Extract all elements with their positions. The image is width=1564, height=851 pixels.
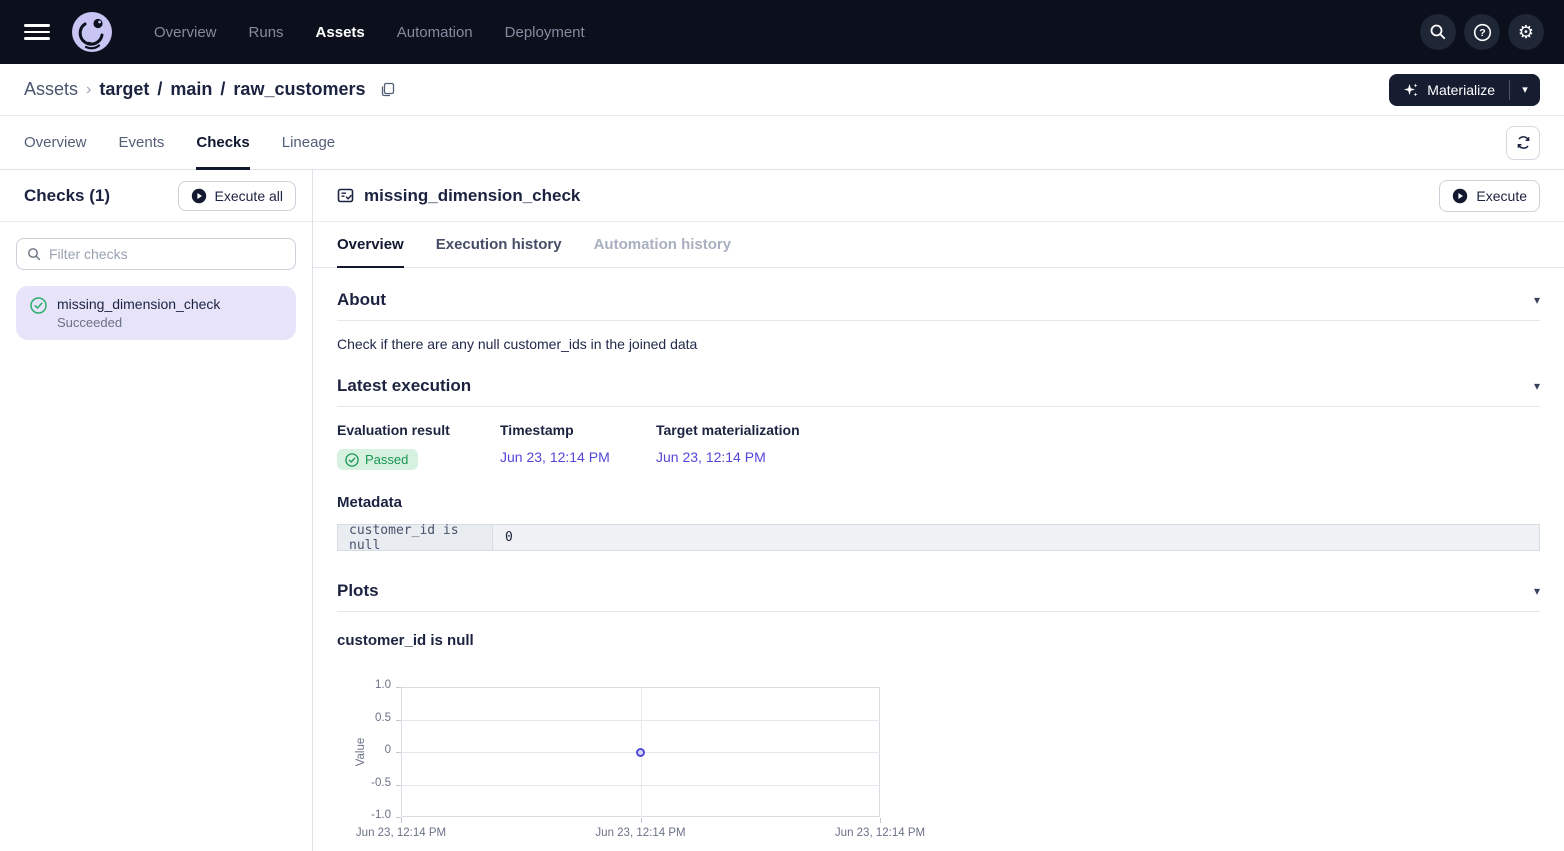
- execute-all-button[interactable]: Execute all: [178, 181, 296, 211]
- play-circle-icon: [1452, 188, 1468, 204]
- data-point[interactable]: [636, 748, 645, 757]
- nav-assets[interactable]: Assets: [316, 24, 365, 41]
- y-tick-label: -1.0: [345, 809, 391, 821]
- y-tick-mark: [396, 785, 401, 786]
- check-detail-panel: missing_dimension_check Execute Overview…: [313, 170, 1564, 851]
- divider: [337, 406, 1540, 407]
- x-tick-label: Jun 23, 12:14 PM: [805, 827, 955, 839]
- materialize-button[interactable]: Materialize: [1389, 74, 1509, 106]
- check-success-icon: [345, 453, 359, 467]
- metadata-table: customer_id is null 0: [337, 524, 1540, 551]
- latest-execution-title: Latest execution: [337, 376, 471, 396]
- breadcrumb-segment[interactable]: main: [170, 79, 212, 100]
- collapse-latest-execution-icon[interactable]: ▾: [1534, 379, 1540, 393]
- timestamp-header: Timestamp: [500, 422, 656, 438]
- collapse-about-icon[interactable]: ▾: [1534, 293, 1540, 307]
- top-nav: Overview Runs Assets Automation Deployme…: [0, 0, 1564, 64]
- filter-checks-box: [16, 238, 296, 270]
- x-tick-mark: [880, 818, 881, 823]
- check-list-item[interactable]: missing_dimension_check Succeeded: [16, 286, 296, 340]
- check-success-icon: [30, 297, 47, 314]
- y-tick-label: 0: [345, 744, 391, 756]
- chevron-down-icon: ▾: [1522, 83, 1528, 96]
- tab-checks[interactable]: Checks: [196, 116, 249, 169]
- tab-execution-history[interactable]: Execution history: [436, 222, 562, 267]
- y-tick-mark: [396, 752, 401, 753]
- primary-nav: Overview Runs Assets Automation Deployme…: [154, 24, 585, 41]
- passed-badge: Passed: [337, 449, 418, 470]
- search-icon: [1429, 23, 1447, 41]
- tab-events[interactable]: Events: [119, 116, 165, 169]
- breadcrumb-assets-link[interactable]: Assets: [24, 79, 78, 100]
- tab-check-overview[interactable]: Overview: [337, 222, 404, 267]
- check-description: Check if there are any null customer_ids…: [337, 336, 1540, 352]
- breadcrumb-segment[interactable]: target: [99, 79, 149, 100]
- search-icon: [27, 247, 41, 261]
- x-tick-label: Jun 23, 12:14 PM: [326, 827, 476, 839]
- y-tick-mark: [396, 720, 401, 721]
- refresh-button[interactable]: [1506, 126, 1540, 160]
- filter-checks-input[interactable]: [49, 246, 285, 262]
- hamburger-menu-icon[interactable]: [24, 24, 50, 40]
- materialize-split-button: Materialize ▾: [1389, 74, 1540, 106]
- materialize-dropdown-button[interactable]: ▾: [1510, 74, 1540, 106]
- x-tick-mark: [401, 818, 402, 823]
- tab-automation-history[interactable]: Automation history: [594, 222, 732, 267]
- refresh-icon: [1515, 134, 1532, 151]
- breadcrumb-separator: /: [157, 79, 162, 100]
- y-tick-label: -0.5: [345, 777, 391, 789]
- breadcrumb-asset-name: raw_customers: [233, 79, 365, 100]
- y-tick-mark: [396, 687, 401, 688]
- execute-button[interactable]: Execute: [1439, 180, 1540, 212]
- materialize-label: Materialize: [1427, 82, 1495, 98]
- x-tick-label: Jun 23, 12:14 PM: [566, 827, 716, 839]
- help-button[interactable]: ?: [1464, 14, 1500, 50]
- nav-deployment[interactable]: Deployment: [505, 24, 585, 41]
- check-status: Succeeded: [57, 315, 220, 330]
- y-tick-label: 0.5: [345, 712, 391, 724]
- collapse-plots-icon[interactable]: ▾: [1534, 584, 1540, 598]
- timestamp-link[interactable]: Jun 23, 12:14 PM: [500, 449, 610, 465]
- settings-button[interactable]: ⚙︎: [1508, 14, 1544, 50]
- help-icon: ?: [1473, 23, 1492, 42]
- about-section-title: About: [337, 290, 386, 310]
- breadcrumb-separator: /: [220, 79, 225, 100]
- metadata-value: 0: [493, 525, 1539, 550]
- check-name: missing_dimension_check: [57, 296, 220, 312]
- tab-lineage[interactable]: Lineage: [282, 116, 335, 169]
- plot-title: customer_id is null: [337, 632, 1540, 649]
- breadcrumb: Assets › target / main / raw_customers: [24, 79, 395, 100]
- nav-overview[interactable]: Overview: [154, 24, 217, 41]
- sparkle-icon: [1403, 82, 1419, 98]
- check-doc-icon: [337, 187, 354, 204]
- gear-icon: ⚙︎: [1518, 23, 1534, 41]
- tab-overview[interactable]: Overview: [24, 116, 87, 169]
- check-detail-title: missing_dimension_check: [364, 186, 580, 206]
- svg-text:?: ?: [1479, 27, 1485, 39]
- asset-tabs: Overview Events Checks Lineage: [0, 116, 1564, 170]
- plot-canvas: Value 1.00.50-0.5-1.0Jun 23, 12:14 PMJun…: [337, 679, 1540, 839]
- breadcrumb-chevron-icon: ›: [86, 81, 91, 99]
- copy-icon: [380, 82, 395, 97]
- divider: [337, 320, 1540, 321]
- nav-automation[interactable]: Automation: [397, 24, 473, 41]
- play-circle-icon: [191, 188, 207, 204]
- x-tick-mark: [641, 818, 642, 823]
- divider: [337, 611, 1540, 612]
- nav-runs[interactable]: Runs: [249, 24, 284, 41]
- evaluation-result-header: Evaluation result: [337, 422, 500, 438]
- copy-asset-path-button[interactable]: [380, 82, 395, 97]
- metadata-key: customer_id is null: [338, 525, 493, 550]
- checks-count-title: Checks (1): [24, 186, 110, 206]
- plots-section-title: Plots: [337, 581, 379, 601]
- checks-sidebar: Checks (1) Execute all: [0, 170, 313, 851]
- metadata-title: Metadata: [337, 494, 1540, 511]
- dagster-logo-icon[interactable]: [72, 12, 112, 52]
- check-detail-tabs: Overview Execution history Automation hi…: [313, 222, 1564, 268]
- target-materialization-link[interactable]: Jun 23, 12:14 PM: [656, 449, 766, 465]
- target-materialization-header: Target materialization: [656, 422, 800, 438]
- breadcrumb-row: Assets › target / main / raw_customers M…: [0, 64, 1564, 116]
- y-tick-label: 1.0: [345, 679, 391, 691]
- search-button[interactable]: [1420, 14, 1456, 50]
